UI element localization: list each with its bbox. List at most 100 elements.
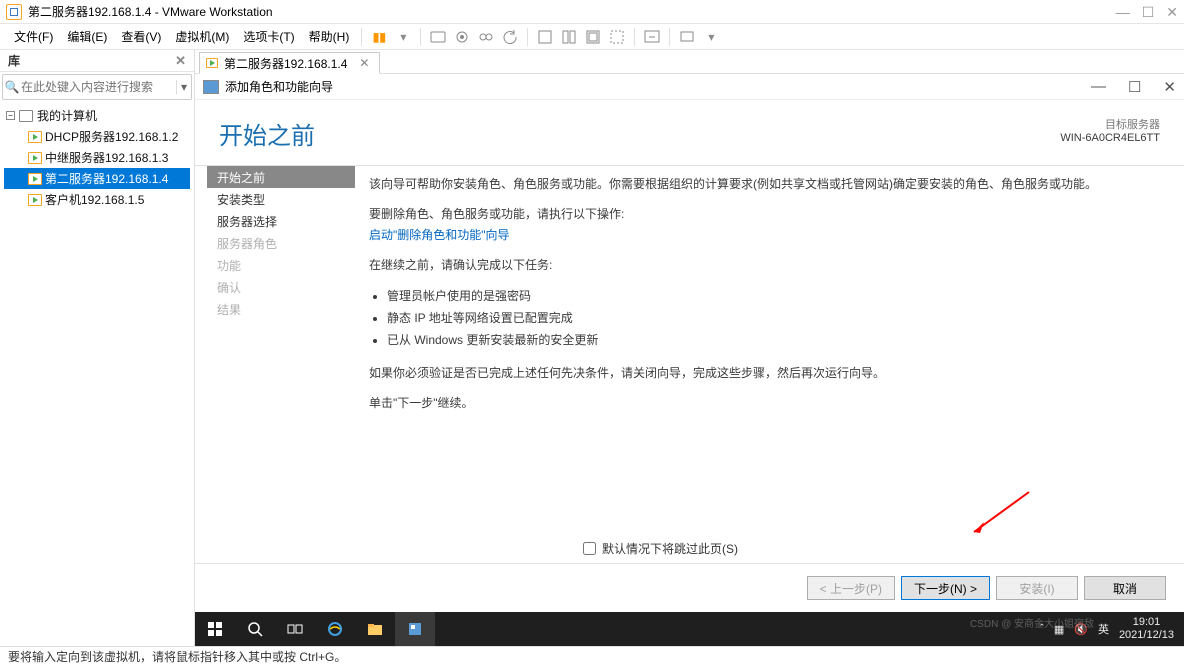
- console-view-icon[interactable]: [676, 26, 698, 48]
- nav-server-roles: 服务器角色: [207, 232, 355, 254]
- status-text: 要将输入定向到该虚拟机，请将鼠标指针移入其中或按 Ctrl+G。: [8, 648, 346, 665]
- system-tray: ˆ ▦ 🔇 英 19:01 2021/12/13 CSDN @ 安商金大小姐宿敌: [1030, 612, 1184, 646]
- taskbar-search-icon[interactable]: [235, 612, 275, 646]
- fullscreen-icon[interactable]: [641, 26, 663, 48]
- sidebar-close-icon[interactable]: ✕: [175, 53, 186, 69]
- vm-running-icon: [28, 131, 42, 143]
- wizard-nav: 开始之前 安装类型 服务器选择 服务器角色 功能 确认 结果: [195, 166, 355, 546]
- prereq-item: 静态 IP 地址等网络设置已配置完成: [387, 308, 1156, 328]
- skip-checkbox[interactable]: [583, 542, 596, 555]
- vm-taskbar: ˆ ▦ 🔇 英 19:01 2021/12/13 CSDN @ 安商金大小姐宿敌: [195, 612, 1184, 646]
- sidebar-header: 库 ✕: [0, 50, 194, 72]
- menubar: 文件(F) 编辑(E) 查看(V) 虚拟机(M) 选项卡(T) 帮助(H) ▮▮…: [0, 24, 1184, 50]
- fit-guest-icon[interactable]: [534, 26, 556, 48]
- watermark: CSDN @ 安商金大小姐宿敌: [970, 615, 1094, 630]
- menu-tabs[interactable]: 选项卡(T): [237, 26, 300, 47]
- wizard-footer: < 上一步(P) 下一步(N) > 安装(I) 取消: [195, 563, 1184, 612]
- tree-root-label: 我的计算机: [37, 107, 97, 124]
- wizard-titlebar: 添加角色和功能向导 — ☐ ✕: [195, 74, 1184, 100]
- nav-server-select[interactable]: 服务器选择: [207, 210, 355, 232]
- vm-item-client[interactable]: 客户机192.168.1.5: [4, 189, 190, 210]
- verify-note: 如果你必须验证是否已完成上述任何先决条件，请关闭向导，完成这些步骤，然后再次运行…: [369, 363, 1156, 383]
- revert-icon[interactable]: [499, 26, 521, 48]
- wizard-title-text: 添加角色和功能向导: [225, 78, 333, 95]
- menu-vm[interactable]: 虚拟机(M): [169, 26, 235, 47]
- vm-item-relay[interactable]: 中继服务器192.168.1.3: [4, 147, 190, 168]
- target-server-info: 目标服务器 WIN-6A0CR4EL6TT: [1060, 116, 1160, 144]
- vm-item-server2[interactable]: 第二服务器192.168.1.4: [4, 168, 190, 189]
- menu-help[interactable]: 帮助(H): [303, 26, 356, 47]
- unity-icon[interactable]: [606, 26, 628, 48]
- tree-root[interactable]: − 我的计算机: [4, 105, 190, 126]
- prereq-item: 已从 Windows 更新安装最新的安全更新: [387, 330, 1156, 350]
- snapshot-manager-icon[interactable]: [475, 26, 497, 48]
- tab-label: 第二服务器192.168.1.4: [224, 55, 347, 72]
- wizard-close-button[interactable]: ✕: [1163, 78, 1176, 96]
- nav-confirm: 确认: [207, 276, 355, 298]
- remove-text: 要删除角色、角色服务或功能，请执行以下操作: 启动"删除角色和功能"向导: [369, 204, 1156, 245]
- search-row: 🔍 ▾: [2, 74, 192, 100]
- pause-icon[interactable]: ▮▮: [368, 26, 390, 48]
- nav-install-type[interactable]: 安装类型: [207, 188, 355, 210]
- prev-button: < 上一步(P): [807, 576, 895, 600]
- wizard-main: 该向导可帮助你安装角色、角色服务或功能。你需要根据组织的计算要求(例如共享文档或…: [355, 166, 1184, 546]
- close-button[interactable]: ✕: [1166, 5, 1178, 19]
- sidebar-title: 库: [8, 52, 20, 69]
- vm-running-icon: [206, 58, 218, 68]
- collapse-icon[interactable]: −: [6, 111, 15, 120]
- nav-results: 结果: [207, 298, 355, 320]
- next-button[interactable]: 下一步(N) >: [901, 576, 990, 600]
- dropdown-icon[interactable]: ▾: [392, 26, 414, 48]
- vm-item-dhcp[interactable]: DHCP服务器192.168.1.2: [4, 126, 190, 147]
- server-manager-icon[interactable]: [395, 612, 435, 646]
- search-input[interactable]: [21, 80, 176, 94]
- menu-view[interactable]: 查看(V): [115, 26, 167, 47]
- menu-file[interactable]: 文件(F): [8, 26, 59, 47]
- task-view-icon[interactable]: [275, 612, 315, 646]
- wizard-minimize-button[interactable]: —: [1091, 78, 1106, 96]
- window-title: 第二服务器192.168.1.4 - VMware Workstation: [28, 3, 273, 20]
- snapshot-icon[interactable]: [451, 26, 473, 48]
- vm-tree: − 我的计算机 DHCP服务器192.168.1.2 中继服务器192.168.…: [0, 102, 194, 213]
- vm-tab[interactable]: 第二服务器192.168.1.4 ✕: [199, 52, 380, 74]
- content-area: 第二服务器192.168.1.4 ✕ 添加角色和功能向导 — ☐ ✕ 开始之前: [195, 50, 1184, 646]
- search-dropdown-icon[interactable]: ▾: [176, 80, 191, 94]
- fit-window-icon[interactable]: [558, 26, 580, 48]
- prereq-item: 管理员帐户使用的是强密码: [387, 286, 1156, 306]
- intro-text: 该向导可帮助你安装角色、角色服务或功能。你需要根据组织的计算要求(例如共享文档或…: [369, 174, 1156, 194]
- vmware-logo-icon: [6, 4, 22, 20]
- wizard-icon: [203, 80, 219, 94]
- menu-edit[interactable]: 编辑(E): [61, 26, 113, 47]
- nav-before-you-begin[interactable]: 开始之前: [207, 166, 355, 188]
- send-ctrl-alt-del-icon[interactable]: [427, 26, 449, 48]
- cancel-button[interactable]: 取消: [1084, 576, 1166, 600]
- tabbar: 第二服务器192.168.1.4 ✕: [195, 50, 1184, 74]
- ime-indicator[interactable]: 英: [1098, 621, 1109, 637]
- wizard-heading: 开始之前: [219, 116, 315, 151]
- start-button[interactable]: [195, 612, 235, 646]
- wizard-header: 开始之前 目标服务器 WIN-6A0CR4EL6TT: [195, 100, 1184, 157]
- remove-link[interactable]: 启动"删除角色和功能"向导: [369, 228, 510, 242]
- vm-running-icon: [28, 152, 42, 164]
- stretch-icon[interactable]: [582, 26, 604, 48]
- wizard-maximize-button[interactable]: ☐: [1128, 78, 1141, 96]
- vmware-titlebar: 第二服务器192.168.1.4 - VMware Workstation — …: [0, 0, 1184, 24]
- skip-row: 默认情况下将跳过此页(S): [195, 540, 1184, 557]
- library-sidebar: 库 ✕ 🔍 ▾ − 我的计算机 DHCP服务器192.168.1.2 中继服务器…: [0, 50, 195, 646]
- window-controls: — ☐ ✕: [1116, 5, 1178, 19]
- verify-prefix: 在继续之前，请确认完成以下任务:: [369, 255, 1156, 275]
- explorer-icon[interactable]: [355, 612, 395, 646]
- maximize-button[interactable]: ☐: [1142, 5, 1155, 19]
- prereq-list: 管理员帐户使用的是强密码 静态 IP 地址等网络设置已配置完成 已从 Windo…: [369, 286, 1156, 351]
- vm-running-icon: [28, 194, 42, 206]
- nav-features: 功能: [207, 254, 355, 276]
- vmware-statusbar: 要将输入定向到该虚拟机，请将鼠标指针移入其中或按 Ctrl+G。: [0, 646, 1184, 666]
- search-icon: 🔍: [3, 80, 21, 94]
- skip-checkbox-label[interactable]: 默认情况下将跳过此页(S): [583, 540, 1184, 557]
- tab-close-icon[interactable]: ✕: [359, 56, 369, 70]
- minimize-button[interactable]: —: [1116, 5, 1130, 19]
- dropdown2-icon[interactable]: ▾: [700, 26, 722, 48]
- taskbar-clock[interactable]: 19:01 2021/12/13: [1119, 616, 1174, 642]
- ie-icon[interactable]: [315, 612, 355, 646]
- click-next-text: 单击"下一步"继续。: [369, 393, 1156, 413]
